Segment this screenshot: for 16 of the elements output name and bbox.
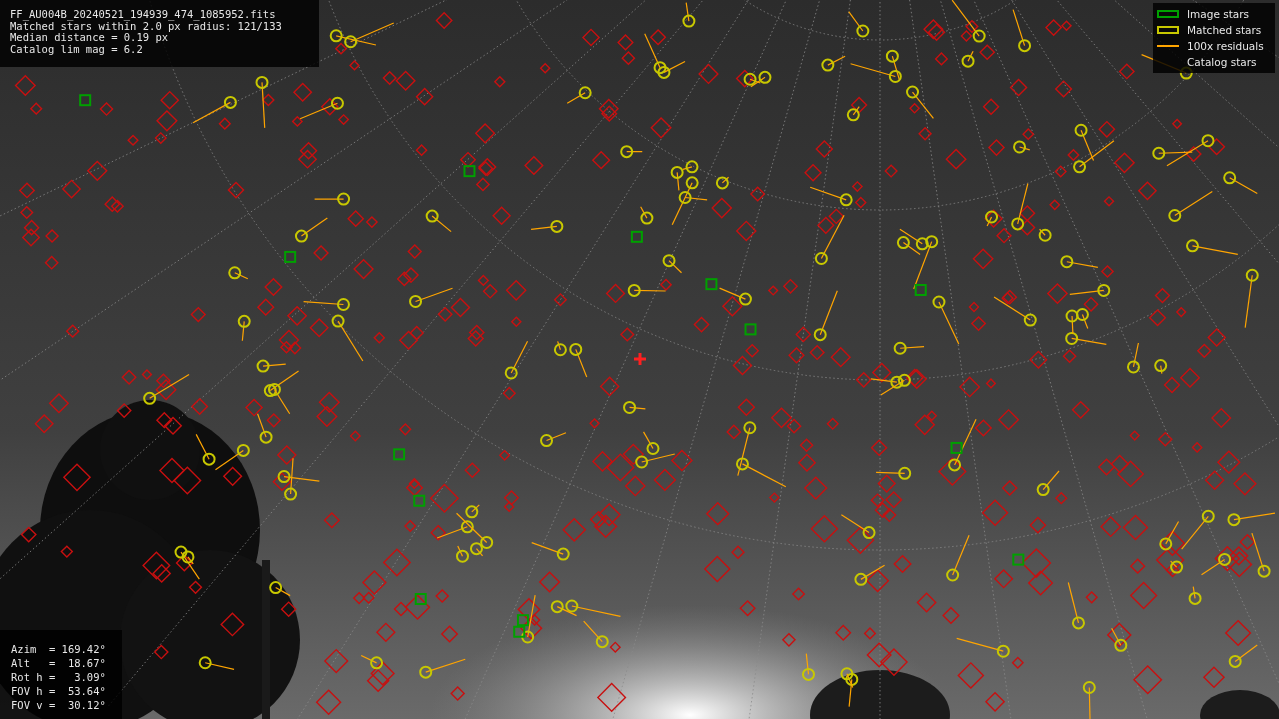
legend-label: Matched stars bbox=[1187, 24, 1262, 36]
info-text: FF_AU004B_20240521_194939_474_1085952.fits bbox=[10, 9, 277, 21]
pointing-text: Rot h = 3.09° bbox=[11, 670, 107, 684]
legend-swatch-icon bbox=[1157, 10, 1179, 18]
crosshair-icon bbox=[634, 353, 646, 365]
info-text: Catalog lim mag = 6.2 bbox=[10, 43, 144, 55]
legend-label: 100x residuals bbox=[1187, 40, 1264, 52]
legend-label: Image stars bbox=[1187, 8, 1250, 20]
pointing-text: FOV h = 53.64° bbox=[11, 684, 107, 698]
info-text: Median distance = 0.19 px bbox=[10, 32, 169, 44]
pointing-text: Alt = 18.67° bbox=[11, 656, 107, 670]
info-text: Matched stars within 2.0 px radius: 121/133 bbox=[10, 20, 283, 32]
pointing-text: FOV v = 30.12° bbox=[11, 698, 107, 712]
legend-label: Catalog stars bbox=[1187, 56, 1257, 68]
pointing-text: Azim = 169.42° bbox=[11, 642, 107, 656]
legend-swatch-icon bbox=[1157, 26, 1179, 34]
